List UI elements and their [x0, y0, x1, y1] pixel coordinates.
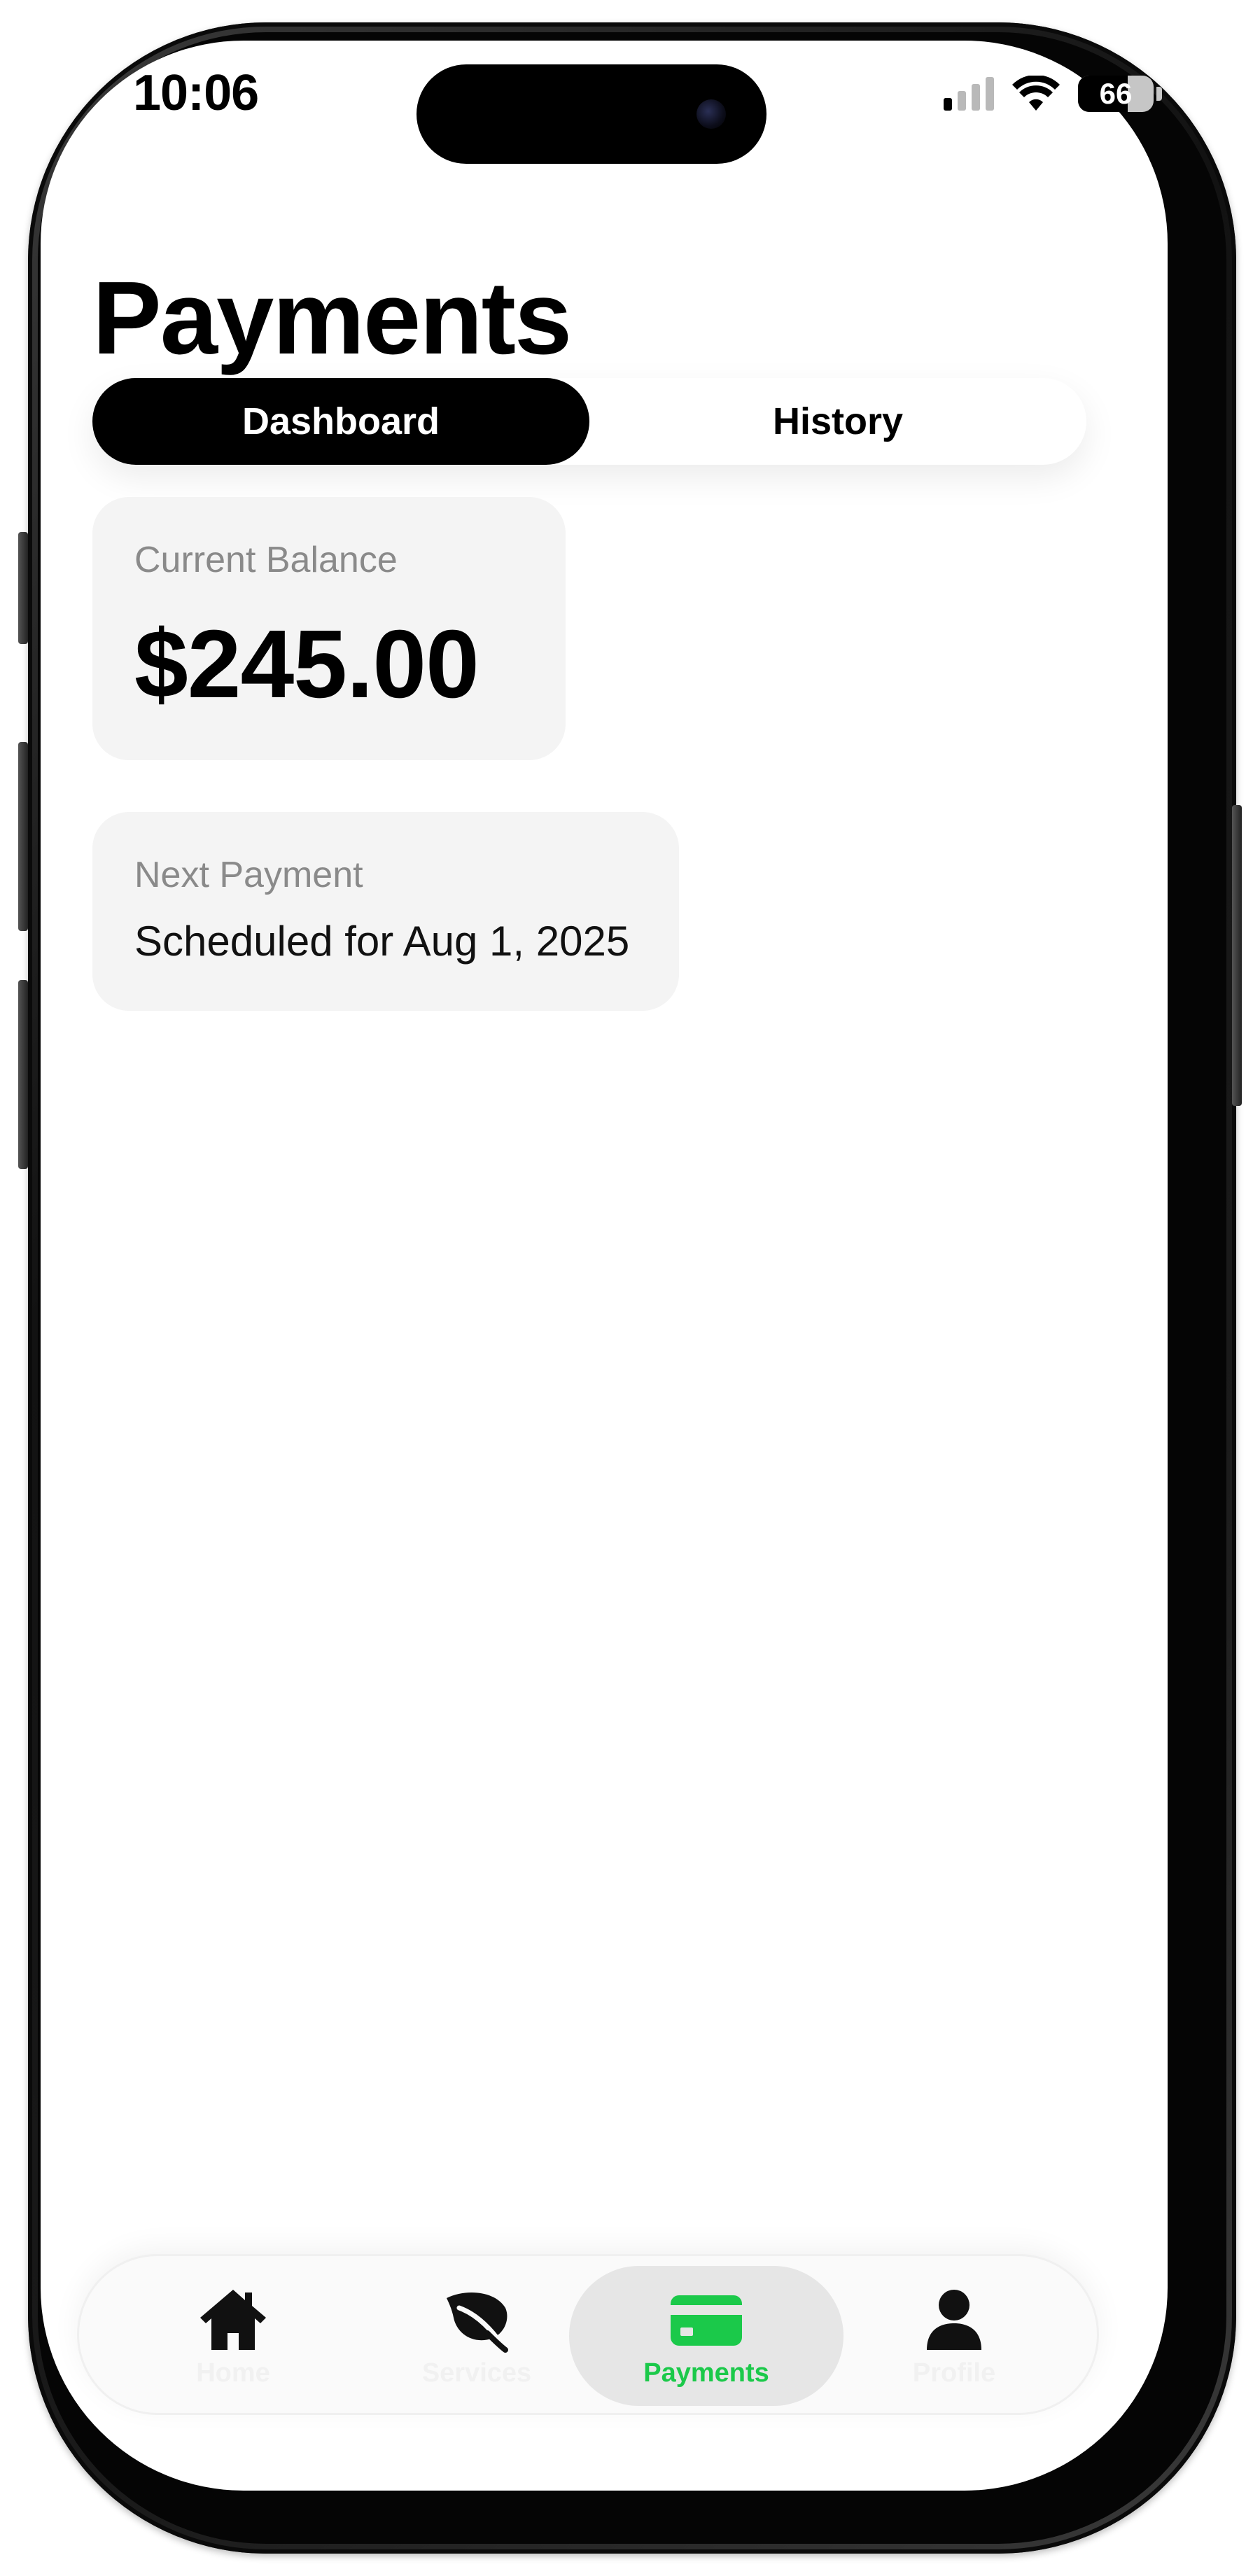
segmented-control: Dashboard History [92, 378, 1086, 465]
current-balance-card: Current Balance $245.00 [92, 497, 566, 760]
next-payment-label: Next Payment [134, 855, 363, 895]
leaf-icon [447, 2292, 508, 2353]
next-payment-card: Next Payment Scheduled for Aug 1, 2025 [92, 812, 679, 1011]
next-payment-date: Scheduled for Aug 1, 2025 [134, 918, 630, 965]
segment-history[interactable]: History [589, 378, 1086, 465]
tab-payments[interactable]: Payments [569, 2266, 844, 2406]
segment-dashboard[interactable]: Dashboard [92, 378, 589, 465]
power-button [1232, 805, 1242, 1106]
cellular-signal-icon [944, 77, 994, 111]
battery-cap [1156, 87, 1162, 101]
wifi-icon [1012, 76, 1060, 111]
action-button [18, 532, 28, 644]
page-title: Payments [92, 260, 572, 376]
balance-amount: $245.00 [134, 610, 479, 718]
tab-services[interactable]: Services [400, 2266, 554, 2406]
volume-up-button [18, 742, 28, 931]
dynamic-island [416, 64, 766, 164]
tab-label-payments: Payments [643, 2358, 769, 2388]
tab-label-profile: Profile [912, 2358, 996, 2388]
battery-level: 66 [1099, 77, 1133, 110]
balance-label: Current Balance [134, 540, 398, 580]
tab-home[interactable]: Home [163, 2266, 303, 2406]
credit-card-icon [671, 2295, 742, 2346]
status-time: 10:06 [133, 65, 259, 121]
house-icon [200, 2289, 266, 2350]
tab-bar: Home Services Payments Profile [77, 2254, 1099, 2415]
tab-label-services: Services [421, 2358, 532, 2388]
battery-icon: 66 [1078, 76, 1154, 112]
status-indicators: 66 [944, 76, 1162, 112]
tab-profile[interactable]: Profile [884, 2266, 1024, 2406]
front-camera [696, 99, 726, 129]
volume-down-button [18, 980, 28, 1169]
tab-label-home: Home [196, 2358, 270, 2388]
person-icon [927, 2289, 981, 2350]
